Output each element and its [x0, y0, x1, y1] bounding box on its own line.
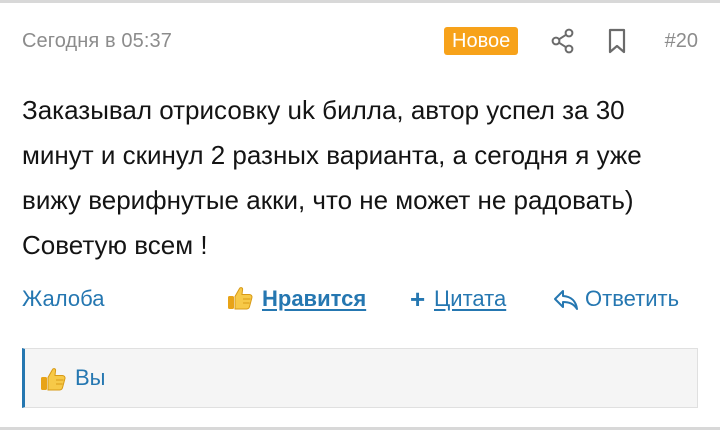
reply-arrow-icon — [554, 290, 578, 310]
post-timestamp: Сегодня в 05:37 — [22, 30, 172, 52]
thumbs-up-icon — [228, 287, 253, 310]
quote-label: Цитата — [434, 286, 507, 311]
reactions-list-link[interactable]: Вы — [75, 365, 106, 391]
post-message: Заказывал отрисовку uk билла, автор успе… — [22, 95, 642, 260]
post-meta-row: Сегодня в 05:37 Новое #20 — [22, 24, 698, 60]
reactions-bar: Вы — [22, 348, 698, 408]
post-actions: Жалоба Нравится + Цитата Ответить — [22, 282, 698, 318]
new-badge: Новое — [444, 27, 519, 55]
reaction-thumbs-up-icon — [41, 368, 66, 391]
report-link[interactable]: Жалоба — [22, 286, 104, 312]
forum-post: Сегодня в 05:37 Новое #20 Заказывал отри… — [0, 0, 720, 430]
post-number-link[interactable]: #20 — [665, 30, 698, 53]
plus-icon: + — [410, 284, 426, 314]
share-icon[interactable] — [550, 28, 576, 54]
bookmark-icon[interactable] — [606, 28, 628, 54]
like-label: Нравится — [262, 286, 367, 311]
post-top-divider — [0, 0, 720, 3]
reply-label: Ответить — [585, 286, 680, 311]
